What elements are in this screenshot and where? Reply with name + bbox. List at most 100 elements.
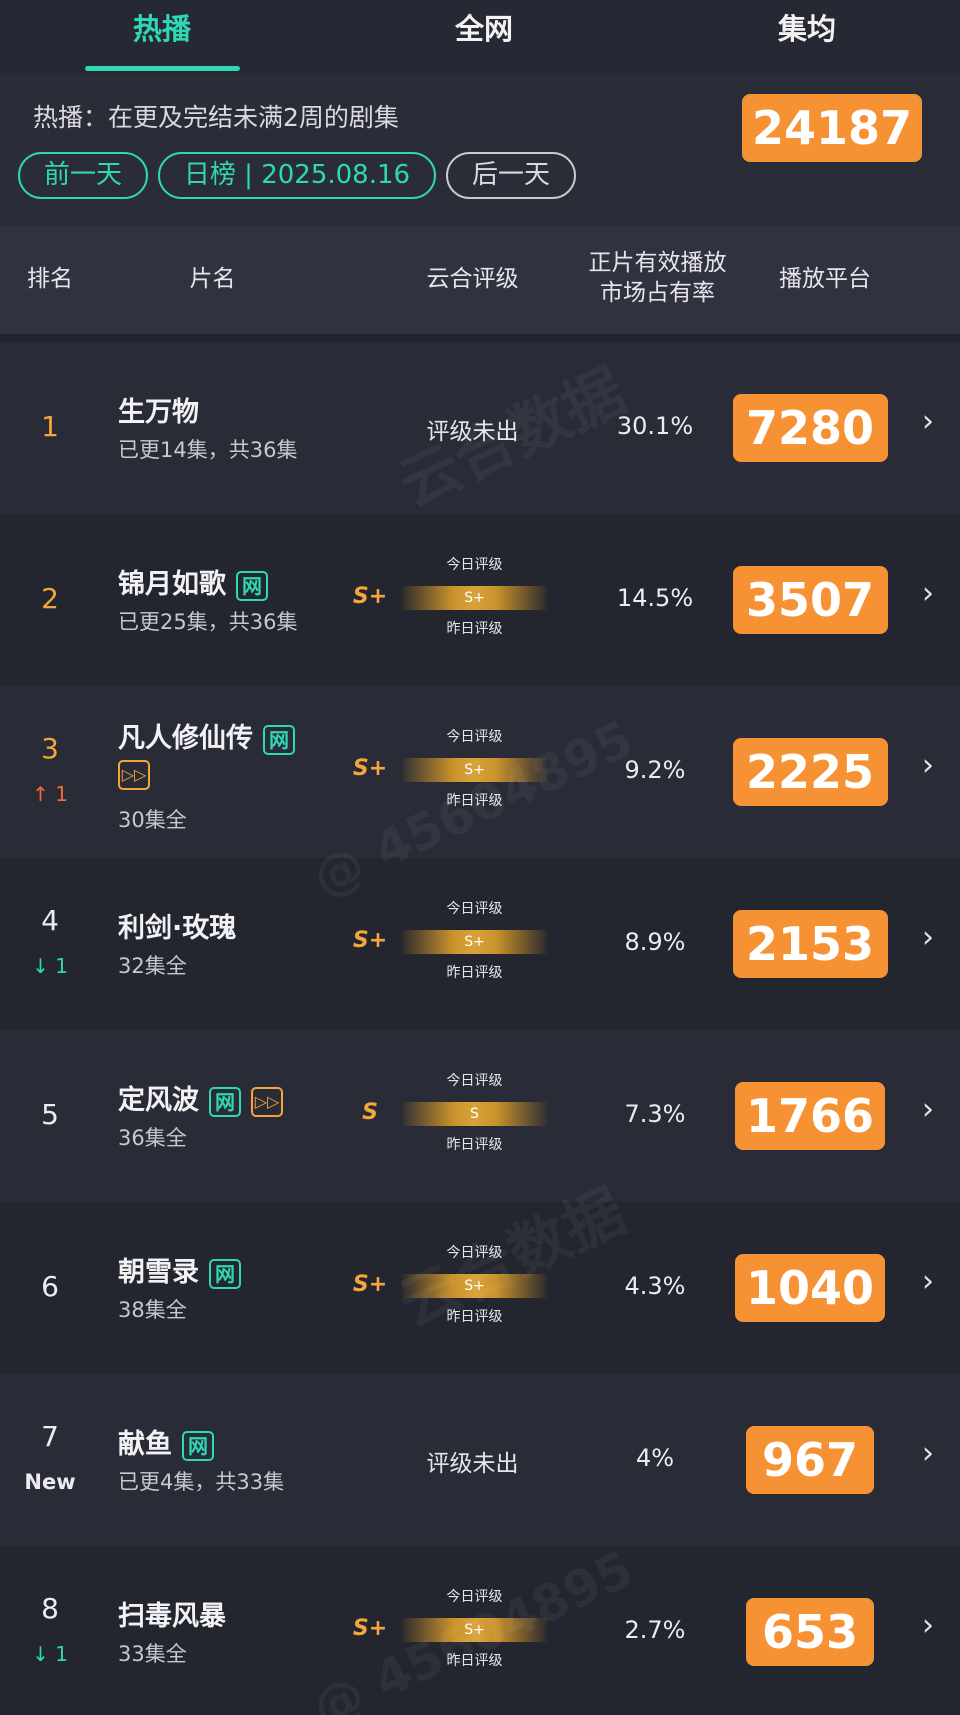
table-row[interactable]: 8 ↓ 1 扫毒风暴 33集全 今日评级 S+ S+ 昨日评级 2.7% 653 › [0,1546,960,1715]
table-row[interactable]: 6 朝雪录网 38集全 今日评级 S+ S+ 昨日评级 4.3% 1040 › [0,1202,960,1374]
rating-pending: 评级未出 [426,419,519,445]
table-row[interactable]: 4 ↓ 1 利剑·玫瑰 32集全 今日评级 S+ S+ 昨日评级 8.9% 2153 › [0,858,960,1030]
episode-status: 已更14集，共36集 [118,438,298,462]
table-row[interactable]: 1 生万物 已更14集，共36集 评级未出 30.1% 7280 › [0,342,960,514]
table-row[interactable]: 5 定风波网 ▷▷ 36集全 今日评级 S S 昨日评级 7.3% 1766 › [0,1030,960,1202]
header-title: 片名 [189,266,236,292]
rank-number: 4 [41,904,59,937]
yesterday-rating-label: 昨日评级 [446,1653,503,1669]
heat-value-badge[interactable]: 653 [746,1598,874,1666]
tab-all-network[interactable]: 全网 [455,6,513,48]
fast-forward-icon: ▷▷ [118,760,150,790]
rank-change-value: ↑ 1 [32,782,68,806]
rating-pending: 评级未出 [426,1451,519,1477]
episode-status: 30集全 [118,808,187,832]
show-title-text: 利剑·玫瑰 [118,913,237,944]
today-rating-value: S+ [352,1272,388,1297]
chevron-right-icon[interactable]: › [922,1608,934,1643]
network-exclusive-tag: 网 [236,570,268,601]
today-rating-value: S+ [352,584,388,609]
table-row[interactable]: 3 ↑ 1 凡人修仙传网 ▷▷ 30集全 今日评级 S+ S+ 昨日评级 9.2% 2225 › [0,686,960,858]
rank-change-value: ↓ 1 [32,1642,68,1666]
yesterday-rating-value: S [470,1106,479,1122]
show-title-text: 生万物 [118,397,199,428]
today-rating-value: S+ [352,928,388,953]
heat-value-badge[interactable]: 7280 [732,394,888,462]
show-title[interactable]: 扫毒风暴 [118,1594,226,1633]
next-day-button[interactable]: 后一天 [446,152,576,199]
chevron-right-icon[interactable]: › [922,1264,934,1299]
heat-value-badge[interactable]: 967 [746,1426,874,1494]
show-title[interactable]: 生万物 [118,390,199,429]
info-panel: 热播：在更及完结未满2周的剧集 24187 前一天 日榜 | 2025.08.1… [0,74,960,226]
market-share: 9.2% [624,756,686,784]
today-rating-label: 今日评级 [446,1073,503,1089]
show-title-text: 扫毒风暴 [118,1601,226,1632]
episode-status: 已更25集，共36集 [118,610,298,634]
yesterday-rating-value: S+ [464,762,485,778]
market-share: 4% [635,1444,675,1472]
episode-status: 32集全 [118,954,187,978]
episode-status: 38集全 [118,1298,187,1322]
tag-line: ▷▷ [118,760,150,790]
chevron-right-icon[interactable]: › [922,576,934,611]
heat-value-badge[interactable]: 1040 [735,1254,885,1322]
table-row[interactable]: 2 锦月如歌网已更25集，共36集 今日评级 S+ S+ 昨日评级 14.5% 3507 › [0,514,960,686]
show-title[interactable]: 献鱼网 [118,1422,214,1461]
today-rating-label: 今日评级 [446,901,503,917]
today-rating-value: S+ [352,756,388,781]
chevron-right-icon[interactable]: › [922,920,934,955]
chevron-right-icon[interactable]: › [922,1436,934,1471]
prev-day-button[interactable]: 前一天 [18,152,148,199]
header-platform: 播放平台 [779,266,871,292]
heat-value-badge[interactable]: 3507 [732,566,888,634]
heat-value-badge[interactable]: 2153 [732,910,888,978]
table-header: 排名 片名 云合评级 正片有效播放 市场占有率 播放平台 [0,226,960,334]
active-tab-indicator [85,66,240,71]
chevron-right-icon[interactable]: › [922,748,934,783]
fast-forward-icon: ▷▷ [251,1086,283,1117]
today-rating-label: 今日评级 [446,729,503,745]
tab-hot[interactable]: 热播 [133,6,191,48]
show-title-text: 献鱼 [118,1429,172,1460]
list-description: 热播：在更及完结未满2周的剧集 [33,103,399,132]
show-title-text: 定风波 [118,1085,199,1116]
yesterday-rating-value: S+ [464,1278,485,1294]
new-entry-label: New [24,1470,76,1494]
yesterday-rating-label: 昨日评级 [446,793,503,809]
rank-change: ↓ 1 [0,1642,100,1666]
network-exclusive-tag: 网 [263,724,295,755]
market-share: 4.3% [624,1272,686,1300]
show-title[interactable]: 锦月如歌网 [118,562,268,601]
tab-episode-average[interactable]: 集均 [778,6,836,48]
table-row[interactable]: 7 New 献鱼网已更4集，共33集 评级未出 4% 967 › [0,1374,960,1546]
date-selector[interactable]: 日榜 | 2025.08.16 [158,152,436,199]
network-exclusive-tag: 网 [182,1430,214,1461]
rank-change: New [0,1470,100,1494]
show-title[interactable]: 朝雪录网 [118,1250,241,1289]
episode-status: 33集全 [118,1642,187,1666]
header-rank: 排名 [27,266,73,292]
episode-status: 36集全 [118,1126,187,1150]
header-share-line2: 市场占有率 [600,280,715,306]
heat-value-badge[interactable]: 1766 [735,1082,885,1150]
show-title[interactable]: 利剑·玫瑰 [118,906,236,945]
chevron-right-icon[interactable]: › [922,1092,934,1127]
rank-number: 8 [41,1592,59,1625]
yesterday-rating-value: S+ [464,590,485,606]
market-share: 30.1% [616,412,694,440]
rank-change: ↑ 1 [0,782,100,806]
show-title[interactable]: 凡人修仙传网 [118,716,295,755]
yesterday-rating-value: S+ [464,934,485,950]
network-exclusive-tag: 网 [209,1258,241,1289]
heat-value-badge[interactable]: 2225 [732,738,888,806]
market-share: 8.9% [624,928,686,956]
rank-change: ↓ 1 [0,954,100,978]
yesterday-rating-label: 昨日评级 [446,1309,503,1325]
chevron-right-icon[interactable]: › [922,404,934,439]
yesterday-rating-label: 昨日评级 [446,965,503,981]
yesterday-rating-label: 昨日评级 [446,1137,503,1153]
today-rating-label: 今日评级 [446,557,503,573]
header-rating: 云合评级 [426,266,519,292]
show-title[interactable]: 定风波网 ▷▷ [118,1078,283,1117]
